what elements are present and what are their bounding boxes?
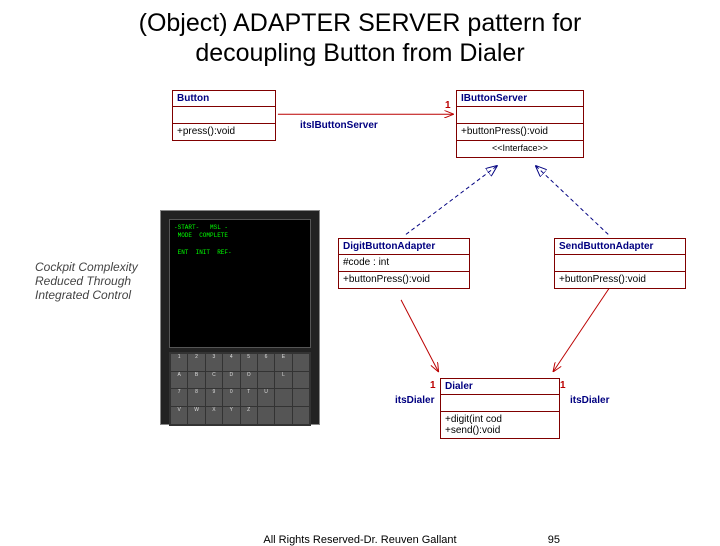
class-ibuttonserver: IButtonServer +buttonPress():void <<Inte… — [456, 90, 584, 158]
class-attrs — [173, 106, 275, 123]
class-stereotype: <<Interface>> — [457, 140, 583, 157]
class-name: Dialer — [441, 379, 559, 394]
slide-title: (Object) ADAPTER SERVER pattern for deco… — [0, 0, 720, 68]
class-attrs: #code : int — [339, 254, 469, 271]
multiplicity-1a: 1 — [445, 100, 451, 111]
class-dialer: Dialer +digit(int cod +send():void — [440, 378, 560, 439]
title-line-1: (Object) ADAPTER SERVER pattern for — [139, 9, 582, 37]
class-name: DigitButtonAdapter — [339, 239, 469, 254]
label-itsdialer-left: itsDialer — [395, 395, 434, 406]
class-attrs — [441, 394, 559, 411]
class-ops: +buttonPress():void — [555, 271, 685, 288]
class-ops: +buttonPress():void — [339, 271, 469, 288]
class-attrs — [457, 106, 583, 123]
class-ops: +digit(int cod +send():void — [441, 411, 559, 438]
class-name: Button — [173, 91, 275, 106]
copyright-text: All Rights Reserved-Dr. Reuven Gallant — [263, 534, 456, 546]
op2: +send():void — [445, 425, 500, 436]
uml-diagram: Button +press():void IButtonServer +butt… — [0, 80, 720, 510]
cockpit-device-image: -START- MSL - MODE COMPLETE ENT INIT REF… — [160, 210, 320, 425]
class-digitbuttonadapter: DigitButtonAdapter #code : int +buttonPr… — [338, 238, 470, 289]
class-button: Button +press():void — [172, 90, 276, 141]
multiplicity-1c: 1 — [560, 380, 566, 391]
class-name: SendButtonAdapter — [555, 239, 685, 254]
title-line-2: decoupling Button from Dialer — [195, 39, 524, 67]
device-keypad: 123456E ABCDOL 7890TU VWXYZ — [169, 352, 311, 426]
class-ops: +press():void — [173, 123, 275, 140]
class-sendbuttonadapter: SendButtonAdapter +buttonPress():void — [554, 238, 686, 289]
multiplicity-1b: 1 — [430, 380, 436, 391]
class-attrs — [555, 254, 685, 271]
device-screen: -START- MSL - MODE COMPLETE ENT INIT REF… — [169, 219, 311, 348]
op1: +digit(int cod — [445, 414, 502, 425]
label-itsdialer-right: itsDialer — [570, 395, 609, 406]
cockpit-caption: Cockpit Complexity Reduced Through Integ… — [35, 260, 155, 302]
label-itsibuttonserver: itsIButtonServer — [300, 120, 378, 131]
class-name: IButtonServer — [457, 91, 583, 106]
page-number: 95 — [548, 534, 560, 546]
class-ops: +buttonPress():void — [457, 123, 583, 140]
